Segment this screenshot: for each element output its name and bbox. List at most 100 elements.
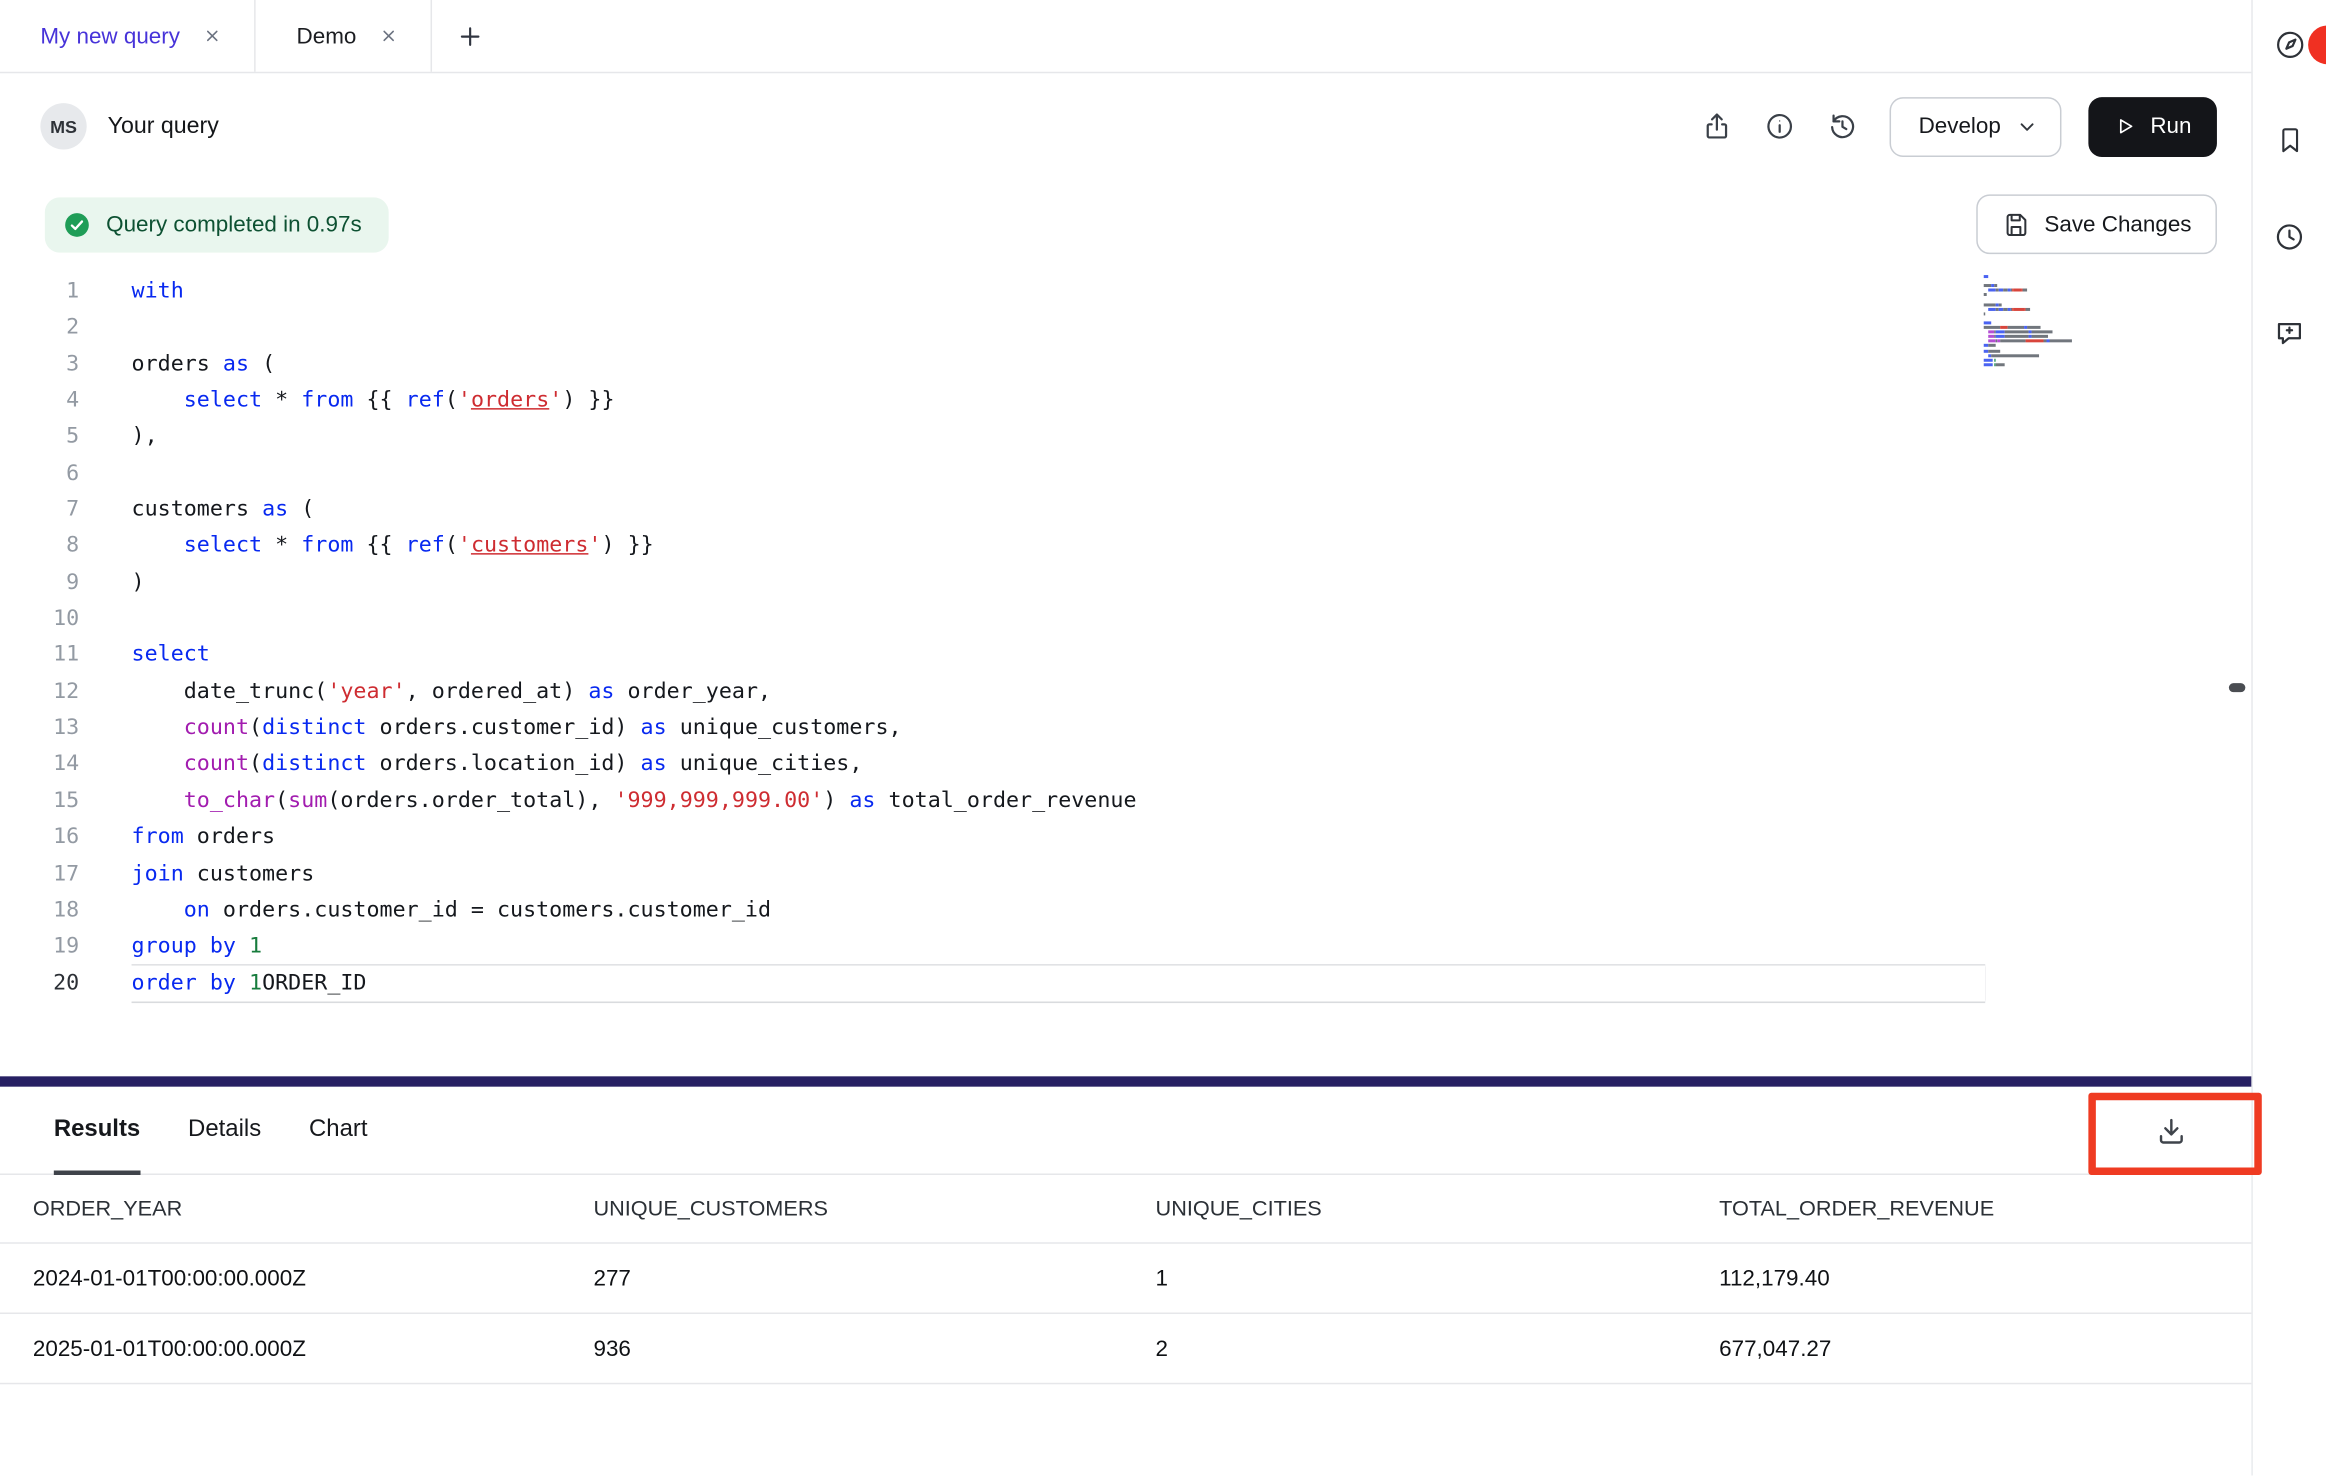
line-number: 12	[0, 674, 79, 710]
share-button[interactable]	[1690, 99, 1744, 153]
tab-demo[interactable]: Demo	[256, 0, 432, 72]
line-number: 11	[0, 637, 79, 673]
column-header[interactable]: TOTAL_ORDER_REVENUE	[1719, 1197, 2251, 1221]
column-header[interactable]: UNIQUE_CUSTOMERS	[593, 1197, 1155, 1221]
code-line-4[interactable]: 4 select * from {{ ref('orders') }}	[0, 383, 2251, 419]
code-line-2[interactable]: 2	[0, 310, 2251, 346]
line-number: 4	[0, 383, 79, 419]
code-line-18[interactable]: 18 on orders.customer_id = customers.cus…	[0, 892, 2251, 928]
line-number: 7	[0, 492, 79, 528]
table-cell: 2	[1156, 1336, 1720, 1361]
sql-editor[interactable]: 1with23orders as (4 select * from {{ ref…	[0, 269, 2251, 1076]
code-line-12[interactable]: 12 date_trunc('year', ordered_at) as ord…	[0, 674, 2251, 710]
develop-label: Develop	[1919, 114, 2001, 139]
panel-resize-handle[interactable]	[0, 1076, 2251, 1086]
line-number: 6	[0, 456, 79, 492]
play-icon	[2114, 115, 2136, 137]
bookmark-icon	[2274, 126, 2304, 156]
line-number: 2	[0, 310, 79, 346]
run-button[interactable]: Run	[2089, 96, 2217, 156]
table-cell: 112,179.40	[1719, 1265, 2251, 1290]
table-cell: 277	[593, 1265, 1155, 1290]
save-icon	[2001, 210, 2029, 238]
code-line-8[interactable]: 8 select * from {{ ref('customers') }}	[0, 528, 2251, 564]
results-tab-bar: Results Details Chart	[0, 1087, 2251, 1175]
share-icon	[1701, 111, 1732, 142]
check-circle-icon	[63, 210, 91, 238]
query-tab-bar: My new query Demo	[0, 0, 2251, 73]
code-line-16[interactable]: 16from orders	[0, 819, 2251, 855]
develop-dropdown[interactable]: Develop	[1890, 96, 2062, 156]
results-panel: Results Details Chart ORDER_YEARUNIQUE_CUS…	[0, 1087, 2251, 1476]
right-sidebar	[2253, 0, 2326, 1475]
close-icon[interactable]	[204, 27, 222, 45]
code-line-11[interactable]: 11select	[0, 637, 2251, 673]
code-line-10[interactable]: 10	[0, 601, 2251, 637]
results-tab-chart[interactable]: Chart	[309, 1087, 367, 1174]
column-header[interactable]: UNIQUE_CITIES	[1156, 1197, 1720, 1221]
chevron-down-icon	[2016, 114, 2040, 138]
results-tab-results[interactable]: Results	[54, 1087, 140, 1174]
results-body: 2024-01-01T00:00:00.000Z2771112,179.4020…	[0, 1244, 2251, 1385]
code-line-6[interactable]: 6	[0, 456, 2251, 492]
code-line-3[interactable]: 3orders as (	[0, 346, 2251, 382]
run-label: Run	[2150, 114, 2191, 139]
editor-minimap[interactable]	[1984, 275, 2092, 367]
table-row[interactable]: 2024-01-01T00:00:00.000Z2771112,179.40	[0, 1244, 2251, 1314]
table-cell: 1	[1156, 1265, 1720, 1290]
table-cell: 936	[593, 1336, 1155, 1361]
plus-icon	[457, 23, 482, 48]
results-tab-details[interactable]: Details	[188, 1087, 261, 1174]
table-cell: 677,047.27	[1719, 1336, 2251, 1361]
code-line-13[interactable]: 13 count(distinct orders.customer_id) as…	[0, 710, 2251, 746]
history-button[interactable]	[1815, 99, 1869, 153]
tab-label: My new query	[40, 23, 180, 48]
table-cell: 2024-01-01T00:00:00.000Z	[33, 1265, 594, 1290]
info-icon	[1764, 111, 1795, 142]
code-line-9[interactable]: 9)	[0, 565, 2251, 601]
tab-label: Demo	[297, 23, 357, 48]
compass-icon	[2273, 28, 2306, 61]
avatar: MS	[40, 103, 86, 149]
code-line-7[interactable]: 7customers as (	[0, 492, 2251, 528]
editor-scrollbar-thumb[interactable]	[2229, 683, 2245, 692]
new-tab-button[interactable]	[433, 0, 508, 72]
status-message: Query completed in 0.97s	[106, 212, 362, 237]
line-number: 8	[0, 528, 79, 564]
save-changes-label: Save Changes	[2044, 212, 2191, 237]
bookmark-button[interactable]	[2264, 115, 2315, 166]
query-header: MS Your query	[0, 73, 2251, 179]
history-icon	[1827, 111, 1858, 142]
info-button[interactable]	[1753, 99, 1807, 153]
code-lines: 1with23orders as (4 select * from {{ ref…	[0, 274, 2251, 1002]
table-row[interactable]: 2025-01-01T00:00:00.000Z9362677,047.27	[0, 1314, 2251, 1384]
download-icon	[2153, 1113, 2187, 1147]
main-panel: My new query Demo MS Your query	[0, 0, 2253, 1475]
close-icon[interactable]	[380, 27, 398, 45]
line-number: 1	[0, 274, 79, 310]
line-number: 16	[0, 819, 79, 855]
code-line-19[interactable]: 19group by 1	[0, 929, 2251, 965]
line-number: 5	[0, 419, 79, 455]
code-line-17[interactable]: 17join customers	[0, 856, 2251, 892]
clock-icon	[2274, 220, 2305, 251]
code-line-14[interactable]: 14 count(distinct orders.location_id) as…	[0, 747, 2251, 783]
feedback-button[interactable]	[2264, 306, 2315, 357]
code-line-1[interactable]: 1with	[0, 274, 2251, 310]
line-number: 18	[0, 892, 79, 928]
status-row: Query completed in 0.97s Save Changes	[0, 179, 2251, 269]
code-line-15[interactable]: 15 to_char(sum(orders.order_total), '999…	[0, 783, 2251, 819]
save-changes-button[interactable]: Save Changes	[1976, 194, 2217, 254]
tab-my-new-query[interactable]: My new query	[0, 0, 256, 72]
line-number: 14	[0, 747, 79, 783]
code-line-5[interactable]: 5),	[0, 419, 2251, 455]
code-line-20[interactable]: 20order by 1ORDER_ID	[0, 965, 2251, 1001]
download-results-button[interactable]	[2147, 1106, 2195, 1154]
line-number: 19	[0, 929, 79, 965]
query-status-badge: Query completed in 0.97s	[45, 197, 389, 252]
app-window: My new query Demo MS Your query	[0, 0, 2326, 1475]
version-history-button[interactable]	[2264, 211, 2315, 262]
page-title: Your query	[108, 113, 219, 140]
column-header[interactable]: ORDER_YEAR	[33, 1197, 594, 1221]
line-number: 10	[0, 601, 79, 637]
